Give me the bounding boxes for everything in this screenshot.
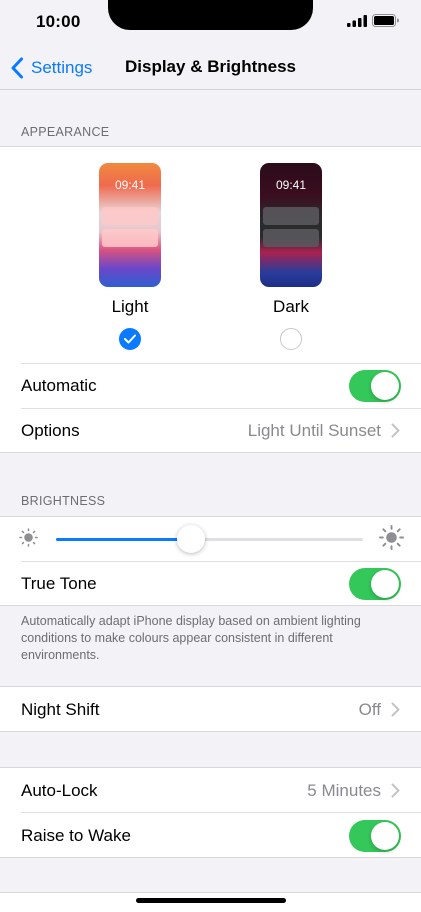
automatic-label: Automatic [21, 376, 97, 395]
chevron-right-icon [391, 783, 400, 798]
brightness-slider-row [0, 517, 421, 561]
dark-mode-preview[interactable]: 09:41 [260, 163, 322, 287]
preview-time: 09:41 [114, 178, 146, 192]
night-shift-value: Off [358, 700, 381, 719]
true-tone-toggle[interactable] [349, 568, 401, 600]
appearance-header: APPEARANCE [21, 125, 110, 139]
true-tone-label: True Tone [21, 574, 97, 593]
notch [108, 0, 313, 30]
preview-notification [102, 207, 158, 225]
dark-label: Dark [273, 297, 309, 316]
raise-to-wake-toggle[interactable] [349, 820, 401, 852]
page-title: Display & Brightness [0, 57, 421, 77]
options-value: Light Until Sunset [247, 421, 381, 440]
lock-group: Auto-Lock 5 Minutes Raise to Wake [0, 767, 421, 858]
night-shift-group: Night Shift Off [0, 686, 421, 732]
auto-lock-row[interactable]: Auto-Lock 5 Minutes [0, 768, 421, 813]
night-shift-row[interactable]: Night Shift Off [0, 687, 421, 732]
appearance-option-light[interactable]: 09:41 Light [90, 163, 170, 350]
options-label: Options [21, 421, 80, 440]
preview-notification [263, 207, 319, 225]
cellular-signal-icon [347, 15, 367, 27]
brightness-slider-thumb[interactable] [177, 525, 206, 553]
light-radio[interactable] [119, 328, 141, 350]
preview-notification [263, 229, 319, 247]
status-time: 10:00 [36, 12, 81, 31]
options-row[interactable]: Options Light Until Sunset [0, 408, 421, 453]
battery-icon [372, 14, 399, 27]
automatic-row: Automatic [0, 363, 421, 408]
true-tone-description: Automatically adapt iPhone display based… [21, 614, 361, 662]
auto-lock-value: 5 Minutes [307, 781, 381, 800]
light-label: Light [111, 297, 149, 316]
raise-to-wake-row: Raise to Wake [0, 813, 421, 858]
brightness-header: BRIGHTNESS [21, 494, 106, 508]
automatic-toggle[interactable] [349, 370, 401, 402]
brightness-slider[interactable] [56, 525, 363, 553]
night-shift-label: Night Shift [21, 700, 100, 719]
brightness-slider-fill [56, 538, 192, 541]
appearance-group: 09:41 Light 09:41 Dark Automatic Options… [0, 146, 421, 453]
dark-radio[interactable] [280, 328, 302, 350]
appearance-option-dark[interactable]: 09:41 Dark [251, 163, 331, 350]
auto-lock-label: Auto-Lock [21, 781, 98, 800]
sun-small-icon [19, 528, 38, 547]
checkmark-icon [124, 334, 136, 344]
chevron-right-icon [391, 423, 400, 438]
sun-large-icon [379, 525, 404, 550]
chevron-right-icon [391, 702, 400, 717]
home-indicator [136, 898, 286, 903]
true-tone-row: True Tone [0, 561, 421, 606]
preview-notification [102, 229, 158, 247]
page-title-text: Display & Brightness [125, 57, 296, 76]
preview-time: 09:41 [275, 178, 307, 192]
light-mode-preview[interactable]: 09:41 [99, 163, 161, 287]
brightness-group: True Tone [0, 516, 421, 606]
raise-to-wake-label: Raise to Wake [21, 826, 131, 845]
navigation-bar: Settings Display & Brightness [0, 46, 421, 90]
status-bar: 10:00 [0, 0, 421, 46]
